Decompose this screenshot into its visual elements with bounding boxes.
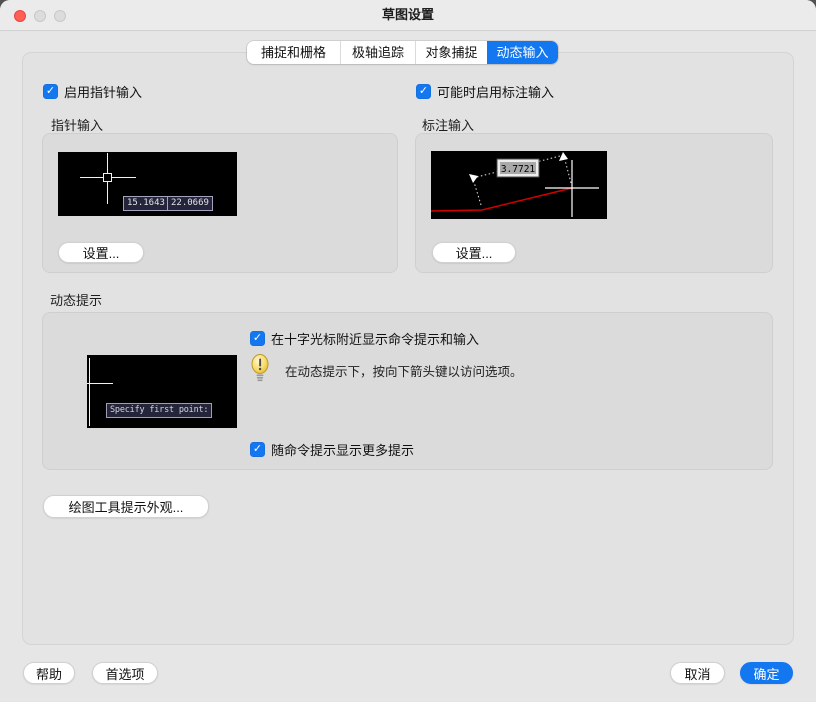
coord-x-box: 15.1643	[123, 196, 169, 211]
crosshair-icon	[545, 160, 599, 217]
enable-pointer-input-checkbox[interactable]: 启用指针输入	[43, 82, 142, 101]
dynamic-prompt-preview: Specify first point:	[87, 355, 237, 428]
dim-settings-button[interactable]: 设置...	[432, 242, 516, 263]
tab-dynamic-input[interactable]: 动态输入	[487, 41, 558, 64]
enable-pointer-input-label: 启用指针输入	[64, 85, 143, 100]
dim-value-text: 3.7721	[501, 164, 536, 175]
more-tips-label: 随命令提示显示更多提示	[271, 443, 415, 458]
tab-bar: 捕捉和栅格 极轴追踪 对象捕捉 动态输入	[247, 41, 558, 64]
arrowhead-icon	[559, 152, 568, 161]
show-prompts-label: 在十字光标附近显示命令提示和输入	[271, 332, 480, 347]
coord-y-box: 22.0669	[167, 196, 213, 211]
arrowhead-icon	[469, 174, 478, 183]
dim-input-section-label: 标注输入	[422, 118, 475, 133]
enable-dim-input-label: 可能时启用标注输入	[437, 85, 555, 100]
crosshair-icon	[87, 383, 113, 384]
checkbox-check-icon[interactable]	[250, 442, 265, 457]
red-line	[431, 187, 573, 212]
pointer-input-preview: 15.1643 22.0669	[58, 152, 237, 216]
lightbulb-icon	[251, 354, 269, 383]
drafting-settings-dialog: 草图设置 捕捉和栅格 极轴追踪 对象捕捉 动态输入 启用指针输入 可能时启用标注…	[0, 0, 816, 702]
tab-polar-tracking[interactable]: 极轴追踪	[340, 41, 415, 64]
tab-object-snap[interactable]: 对象捕捉	[415, 41, 487, 64]
tab-snap-and-grid[interactable]: 捕捉和栅格	[247, 41, 340, 64]
extension-line	[564, 159, 572, 184]
preferences-button[interactable]: 首选项	[92, 662, 158, 684]
enable-dim-input-checkbox[interactable]: 可能时启用标注输入	[416, 82, 554, 101]
pointer-input-section-label: 指针输入	[51, 118, 104, 133]
checkbox-check-icon[interactable]	[416, 84, 431, 99]
minimize-button[interactable]	[34, 10, 46, 22]
checkbox-check-icon[interactable]	[250, 331, 265, 346]
window-title: 草图设置	[381, 7, 434, 22]
dynamic-tip-text: 在动态提示下，按向下箭头键以访问选项。	[285, 365, 523, 379]
cancel-button[interactable]: 取消	[670, 662, 725, 684]
pointer-settings-button[interactable]: 设置...	[58, 242, 144, 263]
checkbox-check-icon[interactable]	[43, 84, 58, 99]
crosshair-icon	[89, 358, 90, 426]
prompt-tooltip: Specify first point:	[106, 403, 213, 418]
show-prompts-checkbox[interactable]: 在十字光标附近显示命令提示和输入	[250, 329, 479, 348]
more-tips-checkbox[interactable]: 随命令提示显示更多提示	[250, 440, 414, 459]
pickbox-icon	[103, 173, 112, 182]
extension-line	[473, 181, 482, 206]
dynamic-prompts-section-label: 动态提示	[50, 293, 103, 308]
close-button[interactable]	[14, 10, 26, 22]
ok-button[interactable]: 确定	[740, 662, 793, 684]
dim-preview-drawing: 3.7721	[431, 152, 599, 217]
tooltip-appearance-button[interactable]: 绘图工具提示外观...	[43, 495, 209, 518]
titlebar: 草图设置	[0, 0, 816, 31]
help-button[interactable]: 帮助	[23, 662, 75, 684]
zoom-button[interactable]	[54, 10, 66, 22]
dim-input-preview: 3.7721	[431, 151, 607, 219]
